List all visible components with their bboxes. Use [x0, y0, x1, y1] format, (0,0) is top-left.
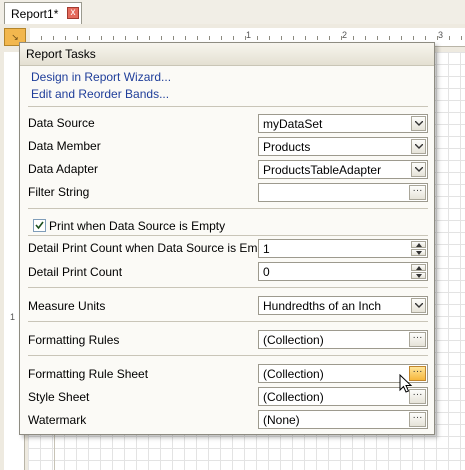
spin-down-icon[interactable] — [411, 272, 426, 279]
filter-string-label: Filter String — [28, 185, 90, 199]
divider — [28, 106, 428, 107]
ellipsis-button[interactable]: ··· — [409, 332, 426, 347]
chevron-down-icon[interactable] — [411, 298, 426, 313]
formatting-rule-sheet-label: Formatting Rule Sheet — [28, 367, 149, 381]
chevron-down-icon[interactable] — [411, 139, 426, 154]
design-wizard-link[interactable]: Design in Report Wizard... — [31, 70, 171, 84]
watermark-field[interactable]: (None) ··· — [258, 410, 428, 429]
detail-count-label: Detail Print Count — [28, 265, 123, 279]
ruler-mark-1: 1 — [246, 30, 252, 40]
tab-label: Report1* — [11, 7, 59, 21]
data-member-label: Data Member — [28, 139, 101, 153]
ruler-mark-2: 2 — [342, 30, 348, 40]
detail-count-empty-label: Detail Print Count when Data Source is E… — [28, 241, 274, 255]
ellipsis-button[interactable]: ··· — [409, 412, 426, 427]
spin-down-icon[interactable] — [411, 249, 426, 256]
ellipsis-button[interactable]: ··· — [409, 185, 426, 200]
measure-units-combo[interactable]: Hundredths of an Inch — [258, 296, 428, 315]
measure-units-label: Measure Units — [28, 299, 106, 313]
data-member-combo[interactable]: Products — [258, 137, 428, 156]
data-member-value: Products — [263, 140, 311, 154]
divider — [28, 355, 428, 356]
divider — [28, 321, 428, 322]
spinner-buttons[interactable] — [411, 241, 426, 256]
tab-report1[interactable]: Report1* x — [4, 2, 82, 24]
chevron-down-icon[interactable] — [411, 116, 426, 131]
data-source-combo[interactable]: myDataSet — [258, 114, 428, 133]
style-sheet-value: (Collection) — [263, 390, 324, 404]
data-adapter-label: Data Adapter — [28, 162, 99, 176]
divider — [28, 287, 428, 288]
measure-units-value: Hundredths of an Inch — [263, 299, 382, 313]
data-adapter-combo[interactable]: ProductsTableAdapter — [258, 160, 428, 179]
detail-count-empty-spinner[interactable]: 1 — [258, 239, 428, 258]
detail-count-empty-value: 1 — [263, 242, 270, 256]
close-icon[interactable]: x — [67, 7, 79, 19]
edit-bands-link[interactable]: Edit and Reorder Bands... — [31, 87, 169, 101]
detail-count-spinner[interactable]: 0 — [258, 262, 428, 281]
formatting-rules-field[interactable]: (Collection) ··· — [258, 330, 428, 349]
mouse-pointer-icon — [399, 374, 413, 393]
divider — [28, 208, 428, 209]
vruler-mark-1: 1 — [10, 312, 16, 322]
chevron-down-icon[interactable] — [411, 162, 426, 177]
print-when-empty-checkbox[interactable] — [33, 219, 46, 232]
style-sheet-label: Style Sheet — [28, 390, 90, 404]
spin-up-icon[interactable] — [411, 241, 426, 248]
detail-count-value: 0 — [263, 265, 270, 279]
print-when-empty-label[interactable]: Print when Data Source is Empty — [49, 219, 225, 233]
formatting-rule-sheet-value: (Collection) — [263, 367, 324, 381]
panel-header: Report Tasks — [20, 43, 434, 66]
formatting-rules-label: Formatting Rules — [28, 333, 120, 347]
document-tab-strip: Report1* x — [0, 0, 465, 25]
spin-up-icon[interactable] — [411, 264, 426, 271]
report-tasks-panel: Report Tasks Design in Report Wizard... … — [19, 42, 435, 435]
ruler-mark-3: 3 — [438, 30, 444, 40]
data-source-value: myDataSet — [263, 117, 323, 131]
divider — [28, 235, 428, 236]
data-source-label: Data Source — [28, 116, 95, 130]
panel-title: Report Tasks — [26, 47, 96, 61]
spinner-buttons[interactable] — [411, 264, 426, 279]
data-adapter-value: ProductsTableAdapter — [263, 163, 382, 177]
formatting-rules-value: (Collection) — [263, 333, 324, 347]
filter-string-field[interactable]: ··· — [258, 183, 428, 202]
watermark-value: (None) — [263, 413, 300, 427]
watermark-label: Watermark — [28, 413, 87, 427]
